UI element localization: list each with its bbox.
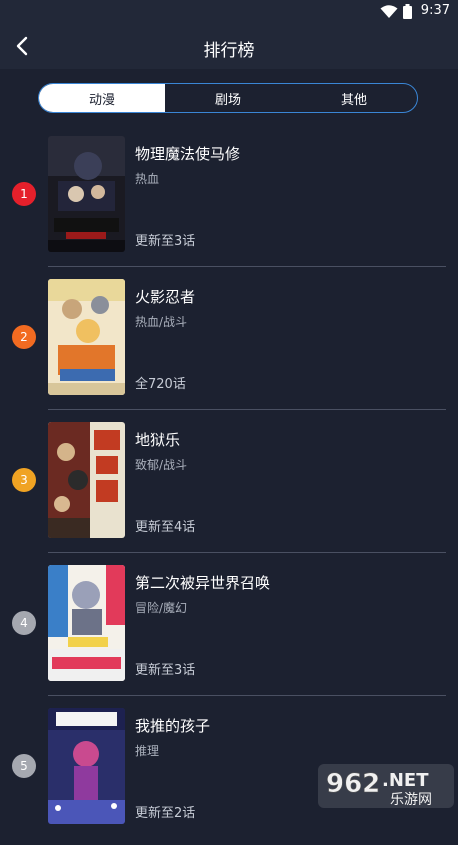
anime-genre: 推理 xyxy=(135,744,160,758)
status-time: 9:37 xyxy=(420,3,450,18)
wifi-icon xyxy=(380,5,398,18)
divider xyxy=(48,552,446,553)
top-bar: 排行榜 xyxy=(0,24,458,69)
anime-title: 我推的孩子 xyxy=(135,717,211,735)
episode-status: 更新至3话 xyxy=(135,663,196,678)
anime-genre: 热血 xyxy=(135,172,160,186)
list-item[interactable]: 1 物理魔法使马修 热血 更新至3话 xyxy=(0,130,458,273)
cover-image xyxy=(48,422,125,538)
rank-badge: 1 xyxy=(12,182,36,206)
tab-other[interactable]: 其他 xyxy=(291,84,417,112)
rank-badge: 4 xyxy=(12,611,36,635)
ranking-list: 1 物理魔法使马修 热血 更新至3话 2 火影忍者 热血/战斗 全720话 3 … xyxy=(0,130,458,845)
battery-icon xyxy=(403,4,412,19)
tab-anime[interactable]: 动漫 xyxy=(39,84,165,112)
list-item[interactable]: 3 地狱乐 致郁/战斗 更新至4话 xyxy=(0,416,458,559)
anime-title: 火影忍者 xyxy=(135,288,196,306)
episode-status: 更新至4话 xyxy=(135,520,196,535)
rank-badge: 3 xyxy=(12,468,36,492)
divider xyxy=(48,266,446,267)
svg-text:962: 962 xyxy=(326,769,380,799)
list-item[interactable]: 2 火影忍者 热血/战斗 全720话 xyxy=(0,273,458,416)
svg-text:乐游网: 乐游网 xyxy=(390,792,432,808)
status-bar: 9:37 xyxy=(0,0,458,24)
category-tabs: 动漫 剧场 其他 xyxy=(38,83,418,113)
rank-badge: 5 xyxy=(12,754,36,778)
page-title: 排行榜 xyxy=(203,41,255,61)
anime-genre: 冒险/魔幻 xyxy=(135,601,188,615)
anime-title: 物理魔法使马修 xyxy=(135,145,241,163)
episode-status: 全720话 xyxy=(135,377,186,392)
anime-genre: 热血/战斗 xyxy=(135,315,188,329)
rank-badge: 2 xyxy=(12,325,36,349)
site-watermark-logo: 962 .NET 乐游网 xyxy=(318,764,454,808)
anime-title: 地狱乐 xyxy=(135,431,181,449)
svg-text:.NET: .NET xyxy=(382,770,429,791)
cover-image xyxy=(48,565,125,681)
cover-image xyxy=(48,708,125,824)
divider xyxy=(48,409,446,410)
list-item[interactable]: 4 第二次被异世界召唤 冒险/魔幻 更新至3话 xyxy=(0,559,458,702)
divider xyxy=(48,695,446,696)
cover-image xyxy=(48,136,125,252)
tab-theater[interactable]: 剧场 xyxy=(165,84,291,112)
episode-status: 更新至2话 xyxy=(135,806,196,821)
cover-image xyxy=(48,279,125,395)
episode-status: 更新至3话 xyxy=(135,234,196,249)
anime-genre: 致郁/战斗 xyxy=(135,458,188,472)
anime-title: 第二次被异世界召唤 xyxy=(135,574,271,592)
